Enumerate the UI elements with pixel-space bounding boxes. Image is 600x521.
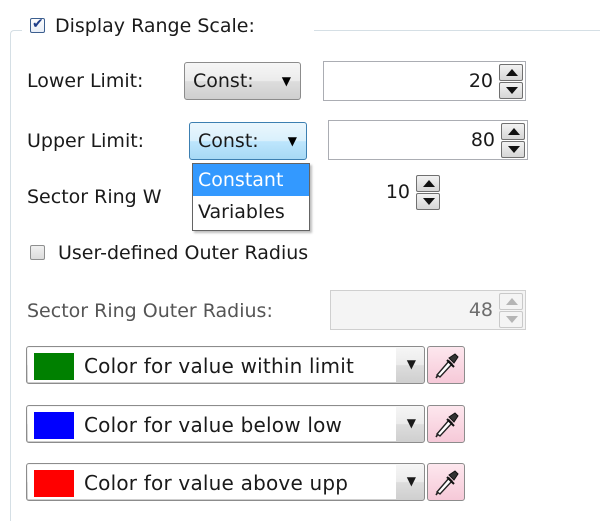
eyedropper-icon — [435, 470, 459, 496]
lower-limit-input[interactable]: 20 — [323, 61, 526, 101]
dropdown-option-constant[interactable]: Constant — [193, 164, 309, 196]
dropdown-option-variables[interactable]: Variables — [193, 196, 309, 228]
sector-ring-outer-radius-label: Sector Ring Outer Radius: — [27, 300, 273, 322]
color-below-lower-field: Color for value below low — [28, 407, 396, 441]
color-above-upper-combo[interactable]: Color for value above upp ▼ — [26, 463, 425, 501]
user-defined-outer-radius-label: User-defined Outer Radius — [58, 242, 309, 264]
sector-ring-width-increment-button[interactable] — [416, 175, 440, 192]
sector-ring-width-label: Sector Ring W — [27, 186, 162, 208]
color-below-lower-picker-button[interactable] — [427, 405, 465, 443]
upper-limit-value: 80 — [470, 129, 495, 151]
upper-limit-decrement-button[interactable] — [501, 141, 525, 158]
chevron-down-icon: ▼ — [281, 74, 291, 88]
color-within-limit-picker-button[interactable] — [427, 346, 465, 384]
chevron-down-icon: ▼ — [406, 416, 416, 430]
color-above-upper-field: Color for value above upp — [28, 465, 396, 499]
chevron-down-icon: ▼ — [406, 357, 416, 371]
color-swatch — [34, 353, 74, 380]
color-within-limit-label: Color for value within limit — [84, 354, 355, 378]
upper-limit-mode-combo[interactable]: Const: ▼ — [189, 122, 307, 160]
lower-limit-mode-value: Const: — [193, 70, 254, 92]
upper-limit-mode-value: Const: — [198, 130, 259, 152]
color-above-upper-picker-button[interactable] — [427, 463, 465, 501]
color-above-upper-label: Color for value above upp — [84, 471, 349, 495]
chevron-down-icon: ▼ — [287, 134, 297, 148]
sector-ring-width-decrement-button[interactable] — [416, 193, 440, 210]
range-scale-group — [10, 30, 600, 521]
color-within-limit-combo[interactable]: Color for value within limit ▼ — [26, 346, 425, 384]
sector-ring-outer-radius-value: 48 — [468, 299, 493, 321]
upper-limit-input[interactable]: 80 — [328, 120, 528, 160]
color-below-lower-combo[interactable]: Color for value below low ▼ — [26, 405, 425, 443]
lower-limit-label: Lower Limit: — [27, 70, 144, 92]
upper-limit-mode-dropdown: Constant Variables — [192, 163, 310, 231]
upper-limit-increment-button[interactable] — [501, 123, 525, 140]
sector-ring-outer-radius-input[interactable]: 48 — [330, 290, 526, 330]
color-below-lower-label: Color for value below low — [84, 413, 343, 437]
chevron-down-icon: ▼ — [406, 474, 416, 488]
color-swatch — [34, 470, 74, 497]
lower-limit-increment-button[interactable] — [499, 64, 523, 81]
lower-limit-value: 20 — [468, 70, 493, 92]
user-defined-outer-radius-checkbox[interactable] — [30, 245, 45, 260]
sector-ring-width-value: 10 — [385, 181, 410, 203]
display-range-scale-checkbox[interactable] — [30, 16, 45, 33]
eyedropper-icon — [435, 412, 459, 438]
display-range-scale-label: Display Range Scale: — [55, 15, 255, 37]
color-swatch — [34, 412, 74, 439]
color-within-limit-field: Color for value within limit — [28, 348, 396, 382]
lower-limit-decrement-button[interactable] — [499, 82, 523, 99]
lower-limit-mode-combo[interactable]: Const: ▼ — [184, 62, 301, 100]
eyedropper-icon — [435, 353, 459, 379]
sector-ring-outer-radius-decrement-button[interactable] — [499, 311, 523, 328]
sector-ring-outer-radius-increment-button[interactable] — [499, 293, 523, 310]
upper-limit-label: Upper Limit: — [27, 130, 145, 152]
sector-ring-width-input[interactable]: 10 — [300, 172, 443, 212]
